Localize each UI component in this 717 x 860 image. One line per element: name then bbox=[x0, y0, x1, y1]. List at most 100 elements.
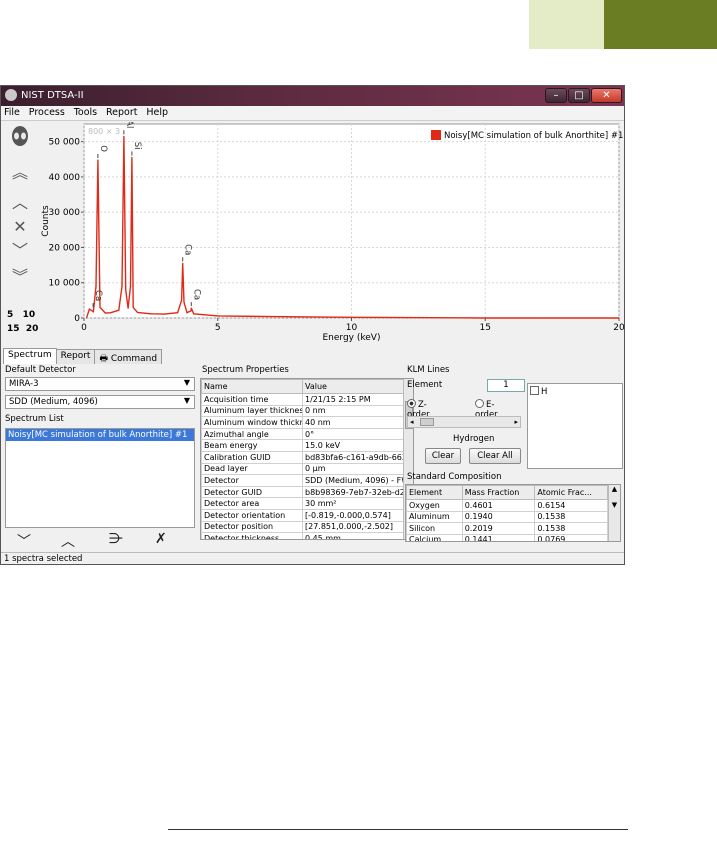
spectrum-point bbox=[193, 313, 195, 315]
scroll-up-icon[interactable]: ▲ bbox=[612, 485, 617, 493]
zoom-level-5[interactable]: 5 bbox=[7, 310, 13, 320]
peak-label: O bbox=[98, 145, 108, 152]
composition-scrollbar[interactable]: ▲ ▼ bbox=[608, 485, 620, 541]
zoom-out-fast-icon[interactable]: ︾ bbox=[9, 268, 31, 286]
chevron-right-icon[interactable]: ▸ bbox=[514, 418, 518, 426]
table-row[interactable]: Silicon 0.2019 0.1538 bbox=[406, 522, 608, 535]
table-row[interactable]: Azimuthal angle 0° bbox=[201, 427, 404, 441]
clear-all-button[interactable]: Clear All bbox=[469, 448, 521, 464]
table-row[interactable]: Detector area 30 mm² bbox=[201, 497, 404, 510]
column-header-value[interactable]: Value bbox=[302, 379, 404, 394]
spectrum-point bbox=[95, 285, 97, 287]
app-window: NIST DTSA-II – □ ✕ File Process Tools Re… bbox=[0, 85, 625, 565]
spectrum-point bbox=[129, 285, 132, 287]
scroll-down-icon[interactable]: ▼ bbox=[612, 501, 617, 509]
property-value-cell: 1/21/15 2:15 PM bbox=[302, 393, 404, 406]
spectrum-list[interactable]: Noisy[MC simulation of bulk Anorthite] #… bbox=[5, 428, 195, 528]
table-row[interactable]: Detector position [27.851,0.000,-2.502] bbox=[201, 520, 404, 534]
list-item[interactable]: Noisy[MC simulation of bulk Anorthite] #… bbox=[6, 429, 194, 441]
table-row[interactable]: Detector GUID b8b98369-7eb7-32eb-d2... bbox=[201, 485, 404, 499]
element-label: Element bbox=[407, 380, 443, 390]
zoom-out-icon[interactable]: ﹀ bbox=[9, 242, 31, 260]
remove-icon[interactable]: ✗ bbox=[155, 531, 167, 547]
x-axis-label: Energy (keV) bbox=[323, 333, 381, 343]
close-button[interactable]: ✕ bbox=[591, 88, 622, 103]
page-rule bbox=[168, 829, 628, 830]
printer-icon: 🖶 bbox=[99, 354, 111, 364]
menu-help[interactable]: Help bbox=[143, 106, 171, 119]
table-row[interactable]: Beam energy 15.0 keV bbox=[201, 439, 404, 452]
menu-report[interactable]: Report bbox=[103, 106, 141, 119]
column-header-atomic-fraction[interactable]: Atomic Frac... bbox=[534, 485, 608, 500]
spectrum-point bbox=[270, 315, 272, 318]
checkbox-h[interactable] bbox=[530, 386, 539, 395]
element-cell: Calcium bbox=[406, 533, 463, 541]
standard-composition-table[interactable]: Element Mass Fraction Atomic Frac... Oxy… bbox=[405, 484, 621, 542]
table-row[interactable]: Detector thickness 0.45 mm bbox=[201, 532, 404, 539]
peak-label: Ca bbox=[183, 244, 193, 255]
element-field[interactable]: 1 bbox=[487, 379, 525, 392]
move-down-icon[interactable]: ﹀ bbox=[17, 531, 31, 551]
spectrum-chart[interactable]: 0 10 000 20 000 30 000 40 000 50 000 0 5 10 15 20 E… bbox=[39, 122, 625, 344]
spectrum-point bbox=[118, 309, 120, 311]
spectrum-point bbox=[350, 316, 353, 318]
table-row[interactable]: Detector orientation [-0.819,-0.000,0.574… bbox=[201, 508, 404, 522]
column-header-name[interactable]: Name bbox=[201, 379, 303, 394]
instrument-select[interactable]: MIRA-3 ▼ bbox=[5, 377, 195, 391]
column-header-mass-fraction[interactable]: Mass Fraction bbox=[461, 485, 536, 500]
zoom-in-fast-icon[interactable]: ︽ bbox=[9, 164, 31, 182]
table-row[interactable]: Dead layer 0 µm bbox=[201, 462, 404, 476]
spectrum-point bbox=[186, 312, 188, 314]
plot-toolbar: ︽ ︿ ✕ ﹀ ︾ 5 10 15 20 bbox=[1, 122, 39, 342]
tab-command-label: Command bbox=[110, 354, 158, 364]
alien-icon[interactable] bbox=[9, 126, 31, 148]
combine-icon[interactable]: ⋺ bbox=[109, 531, 123, 547]
klm-element-list[interactable]: H bbox=[527, 383, 623, 469]
slider-thumb[interactable] bbox=[420, 418, 434, 426]
zoom-level-15[interactable]: 15 bbox=[7, 324, 20, 334]
zoom-level-10[interactable]: 10 bbox=[23, 310, 36, 320]
spectrum-properties-table[interactable]: Name Value Acquisition time 1/21/15 2:15 … bbox=[200, 378, 414, 540]
zoom-level-20[interactable]: 20 bbox=[26, 324, 39, 334]
reset-zoom-icon[interactable]: ✕ bbox=[9, 218, 31, 236]
menu-file[interactable]: File bbox=[1, 106, 23, 119]
table-row[interactable]: Calcium 0.1441 0.0769 bbox=[406, 533, 608, 541]
tab-spectrum[interactable]: Spectrum bbox=[3, 348, 57, 364]
tab-report[interactable]: Report bbox=[55, 349, 96, 364]
spectrum-plot[interactable]: 0 10 000 20 000 30 000 40 000 50 000 0 5 10 15 20 E… bbox=[39, 122, 625, 344]
chevron-left-icon[interactable]: ◂ bbox=[410, 418, 414, 426]
menu-tools[interactable]: Tools bbox=[71, 106, 100, 119]
zoom-level-grid: 5 10 15 20 bbox=[7, 308, 38, 336]
table-row[interactable]: Acquisition time 1/21/15 2:15 PM bbox=[201, 393, 404, 406]
chevron-down-icon: ▼ bbox=[183, 396, 190, 405]
mass-fraction-cell: 0.4601 bbox=[461, 499, 536, 512]
table-row[interactable]: Aluminum 0.1940 0.1538 bbox=[406, 510, 608, 523]
y-tick-label: 10 000 bbox=[49, 279, 81, 289]
table-row[interactable]: Oxygen 0.4601 0.6154 bbox=[406, 499, 608, 512]
spectrum-point bbox=[190, 307, 192, 309]
bottom-tabs: Spectrum Report 🖶 Command bbox=[3, 348, 163, 364]
standard-composition-title: Standard Composition bbox=[407, 472, 502, 482]
spectrum-point bbox=[183, 301, 185, 303]
x-tick-label: 15 bbox=[480, 323, 491, 333]
move-up-icon[interactable]: ︿ bbox=[61, 531, 75, 551]
atomic-fraction-cell: 0.0769 bbox=[534, 533, 608, 541]
x-tick-label: 20 bbox=[613, 323, 625, 333]
detector-select[interactable]: SDD (Medium, 4096) ▼ bbox=[5, 395, 195, 409]
menu-process[interactable]: Process bbox=[26, 106, 68, 119]
element-slider[interactable]: ◂ ▸ bbox=[407, 416, 521, 428]
property-value-cell: 0° bbox=[302, 427, 404, 441]
property-value-cell: [27.851,0.000,-2.502] bbox=[302, 520, 404, 534]
maximize-button[interactable]: □ bbox=[568, 88, 590, 103]
column-header-element[interactable]: Element bbox=[406, 485, 463, 500]
table-row[interactable]: Aluminum window thickness40 nm bbox=[201, 416, 404, 429]
clear-button[interactable]: Clear bbox=[425, 448, 461, 464]
table-row[interactable]: Aluminum layer thickness 0 nm bbox=[201, 404, 404, 418]
app-icon bbox=[5, 89, 17, 101]
zoom-in-icon[interactable]: ︿ bbox=[9, 194, 31, 212]
decorative-block-dark bbox=[604, 0, 717, 49]
table-row[interactable]: Calibration GUIDbd83bfa6-c161-a9db-663..… bbox=[201, 450, 404, 464]
tab-command[interactable]: 🖶 Command bbox=[94, 349, 163, 364]
minimize-button[interactable]: – bbox=[545, 88, 567, 103]
table-row[interactable]: DetectorSDD (Medium, 4096) - FW... bbox=[201, 474, 404, 487]
